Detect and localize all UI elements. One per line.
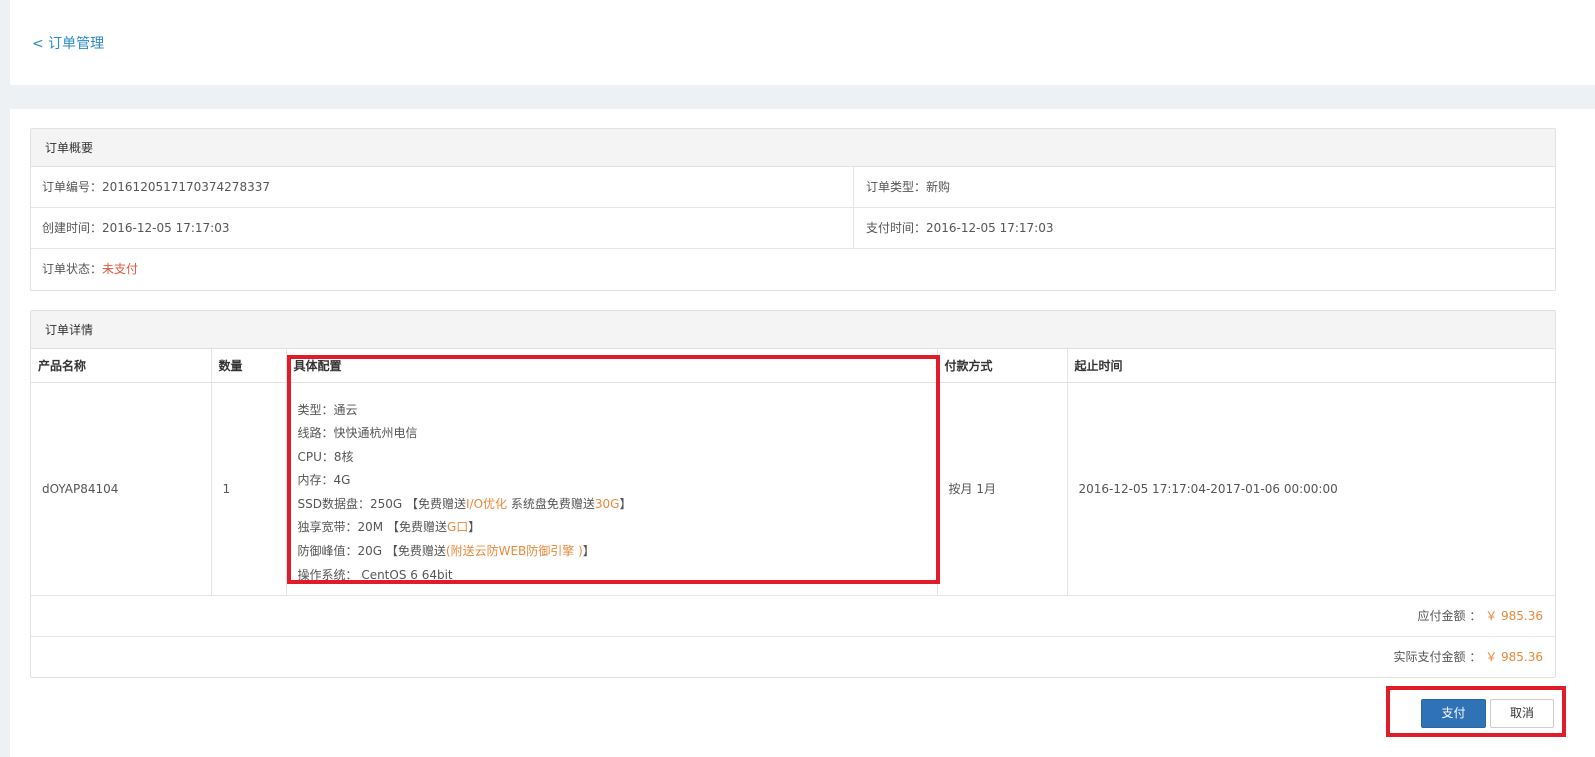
config-os: 操作系统： CentOS 6 64bit <box>297 567 453 582</box>
order-details-title: 订单详情 <box>31 311 1555 349</box>
config-list: 类型：通云 线路：快快通杭州电信 CPU：8核 内存：4G SSD数据盘：250… <box>297 383 937 596</box>
main-content: 订单概要 订单编号：2016120517170374278337 订单类型：新购… <box>10 109 1595 757</box>
order-summary-title: 订单概要 <box>31 129 1555 167</box>
order-summary-panel: 订单概要 订单编号：2016120517170374278337 订单类型：新购… <box>30 128 1556 291</box>
config-cell: 类型：通云 线路：快快通杭州电信 CPU：8核 内存：4G SSD数据盘：250… <box>286 382 938 596</box>
order-status: 订单状态：未支付 <box>42 262 139 276</box>
payable-amount-row: 应付金额 ： ￥ 985.36 <box>31 595 1555 636</box>
quantity-cell: 1 <box>211 382 287 596</box>
actual-amount: ￥ 985.36 <box>1485 650 1543 665</box>
summary-row: 创建时间：2016-12-05 17:17:03 支付时间：2016-12-05… <box>31 208 1555 249</box>
order-type: 订单类型：新购 <box>866 180 951 194</box>
product-name-cell: dOYAP84104 <box>31 382 212 596</box>
payable-amount: ￥ 985.36 <box>1485 609 1543 624</box>
payment-method-cell: 按月 1月 <box>937 382 1068 596</box>
paid-time: 支付时间：2016-12-05 17:17:03 <box>866 221 1054 235</box>
config-bandwidth: 独享宽带：20M 【免费赠送G口】 <box>297 520 481 535</box>
order-number-value: 2016120517170374278337 <box>102 180 270 194</box>
status-badge: 未支付 <box>102 262 139 276</box>
summary-row: 订单状态：未支付 <box>31 249 1555 290</box>
order-details-table: 产品名称 数量 具体配置 付款方式 起止时间 dOYAP84104 1 类型：通… <box>31 349 1555 596</box>
section-gap <box>0 85 1595 109</box>
table-row: dOYAP84104 1 类型：通云 线路：快快通杭州电信 CPU：8核 内存：… <box>31 382 1555 596</box>
page-left-strip <box>0 0 10 757</box>
order-details-panel: 订单详情 产品名称 数量 具体配置 付款方式 起止时间 dOYAP84104 1 <box>30 310 1556 678</box>
back-to-order-management-link[interactable]: < 订单管理 <box>32 33 104 53</box>
col-period: 起止时间 <box>1067 349 1555 383</box>
col-payment-method: 付款方式 <box>937 349 1068 383</box>
config-line: 线路：快快通杭州电信 <box>297 426 418 441</box>
config-type: 类型：通云 <box>297 402 358 417</box>
config-ssd: SSD数据盘：250G 【免费赠送I/O优化 系统盘免费赠送30G】 <box>297 496 632 511</box>
period-cell: 2016-12-05 17:17:04-2017-01-06 00:00:00 <box>1078 481 1338 496</box>
pay-button[interactable]: 支付 <box>1421 699 1486 728</box>
col-quantity: 数量 <box>211 349 287 383</box>
col-product-name: 产品名称 <box>31 349 212 383</box>
summary-row: 订单编号：2016120517170374278337 订单类型：新购 <box>31 167 1555 208</box>
actual-amount-row: 实际支付金额 ： ￥ 985.36 <box>31 636 1555 677</box>
top-bar: < 订单管理 <box>10 0 1595 85</box>
order-number: 订单编号：2016120517170374278337 <box>31 167 854 208</box>
created-time: 创建时间：2016-12-05 17:17:03 <box>31 208 854 249</box>
cancel-button[interactable]: 取消 <box>1490 699 1554 728</box>
config-memory: 内存：4G <box>297 473 351 488</box>
col-config: 具体配置 <box>286 349 938 383</box>
config-ddos: 防御峰值：20G 【免费赠送(附送云防WEB防御引擎 )】 <box>297 544 595 559</box>
config-cpu: CPU：8核 <box>297 449 354 464</box>
